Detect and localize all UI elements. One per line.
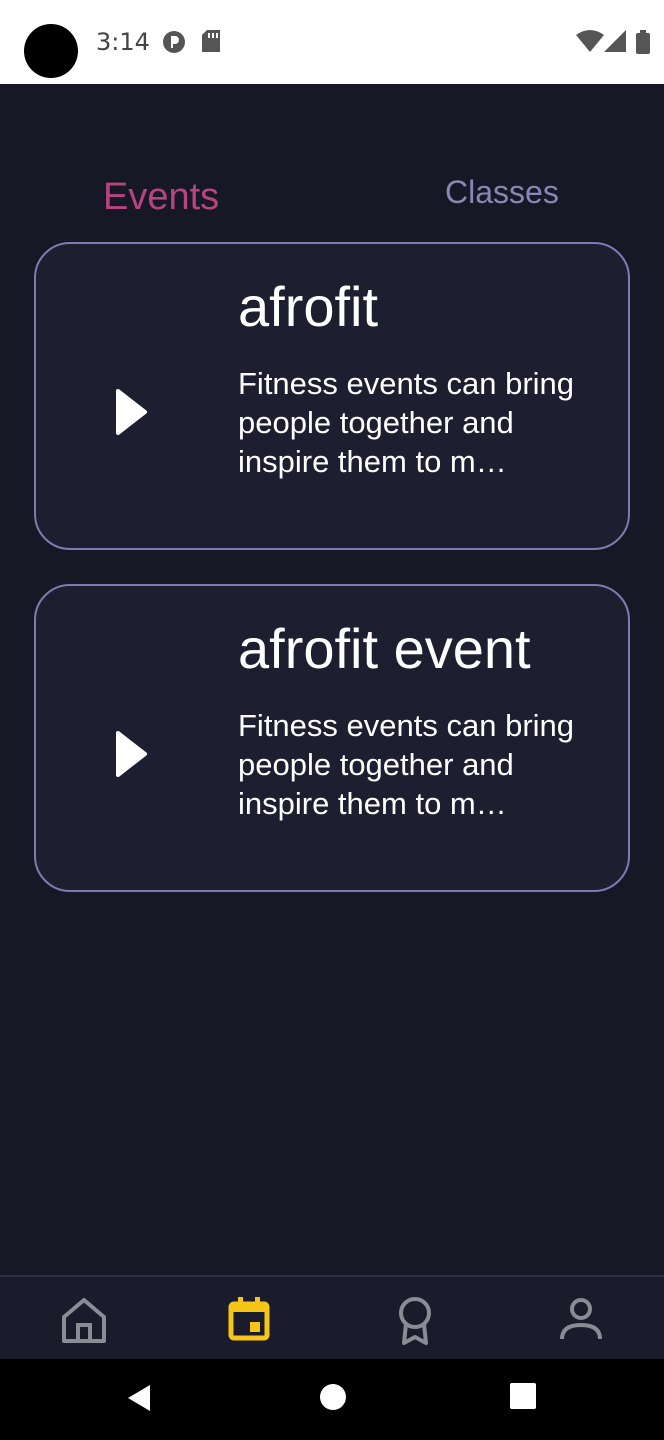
event-description: Fitness events can bring people together… — [238, 708, 575, 821]
event-title: afrofit — [238, 275, 379, 338]
profile-icon[interactable] — [556, 1295, 606, 1345]
battery-icon — [636, 30, 650, 54]
play-icon — [114, 388, 148, 440]
cellular-icon — [604, 30, 626, 52]
wifi-icon — [576, 30, 604, 52]
back-icon[interactable] — [126, 1383, 152, 1417]
event-card[interactable]: afrofit event Fitness events can bring p… — [34, 584, 630, 892]
event-title: afrofit event — [238, 617, 531, 680]
record-icon — [162, 30, 186, 54]
status-bar: 3:14 — [0, 0, 664, 84]
play-icon — [114, 730, 148, 782]
home-icon[interactable] — [59, 1295, 109, 1345]
home-circle-icon[interactable] — [319, 1383, 347, 1415]
award-icon[interactable] — [390, 1295, 440, 1345]
tab-bar: Events Classes — [0, 84, 664, 234]
sd-card-icon — [202, 30, 220, 52]
status-time: 3:14 — [96, 28, 150, 56]
tab-events[interactable]: Events — [103, 176, 219, 219]
system-navigation-bar — [0, 1359, 664, 1440]
event-card[interactable]: afrofit Fitness events can bring people … — [34, 242, 630, 550]
bottom-navigation — [0, 1275, 664, 1359]
calendar-icon[interactable] — [224, 1295, 274, 1345]
tab-classes[interactable]: Classes — [445, 174, 559, 211]
recents-icon[interactable] — [510, 1383, 536, 1413]
camera-cutout — [24, 24, 78, 78]
event-description: Fitness events can bring people together… — [238, 366, 575, 479]
